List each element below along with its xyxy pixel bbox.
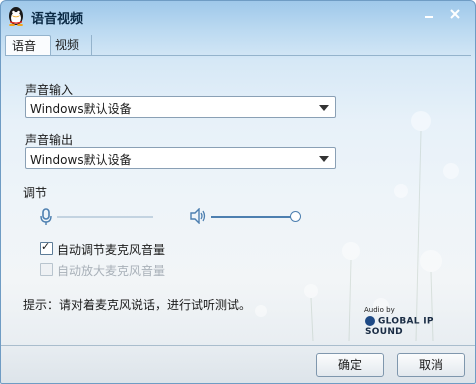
auto-adjust-mic-checkbox[interactable] bbox=[40, 240, 53, 255]
auto-amplify-mic-label: 自动放大麦克风音量 bbox=[57, 264, 166, 278]
chevron-down-icon bbox=[319, 105, 329, 111]
gips-name: GLOBAL IP SOUND bbox=[365, 316, 434, 337]
audio-by-text: Audio by bbox=[364, 306, 395, 314]
ok-button[interactable]: 确定 bbox=[316, 353, 384, 377]
speaker-volume-knob[interactable] bbox=[290, 211, 301, 222]
qq-penguin-icon bbox=[9, 7, 23, 26]
tab-voice[interactable]: 语音 bbox=[5, 35, 51, 56]
speaker-icon bbox=[190, 208, 206, 224]
cancel-button[interactable]: 取消 bbox=[397, 353, 465, 377]
close-icon bbox=[450, 9, 460, 19]
speaker-volume-slider[interactable] bbox=[211, 216, 293, 218]
window-title: 语音视频 bbox=[31, 12, 84, 27]
output-section-label: 声音输出 bbox=[25, 133, 74, 147]
gips-logo-icon bbox=[365, 316, 375, 326]
adjust-label: 调节 bbox=[23, 186, 48, 200]
hint-text: 提示：请对着麦克风说话，进行试听测试。 bbox=[23, 298, 252, 312]
title-bar: 语音视频 bbox=[1, 1, 475, 31]
output-device-value: Windows默认设备 bbox=[30, 153, 132, 167]
tab-divider bbox=[5, 55, 471, 56]
input-device-value: Windows默认设备 bbox=[30, 102, 132, 116]
minimize-button[interactable] bbox=[419, 6, 439, 22]
microphone-icon bbox=[40, 208, 52, 225]
input-device-select[interactable]: Windows默认设备 bbox=[25, 96, 336, 118]
auto-adjust-mic-label: 自动调节麦克风音量 bbox=[57, 243, 166, 257]
close-button[interactable] bbox=[445, 6, 465, 22]
chevron-down-icon bbox=[319, 156, 329, 162]
minimize-icon bbox=[425, 16, 433, 18]
footer-separator bbox=[1, 345, 475, 346]
tab-video[interactable]: 视频 bbox=[49, 35, 92, 55]
voice-video-dialog: 语音视频 语音 视频 声音输入 Windows默认设备 声音输出 Windows… bbox=[0, 0, 476, 384]
output-device-select[interactable]: Windows默认设备 bbox=[25, 147, 336, 169]
global-ip-sound-logo: GLOBAL IP SOUND bbox=[365, 316, 475, 337]
mic-volume-slider[interactable] bbox=[57, 216, 153, 218]
auto-amplify-mic-checkbox[interactable] bbox=[40, 263, 53, 276]
